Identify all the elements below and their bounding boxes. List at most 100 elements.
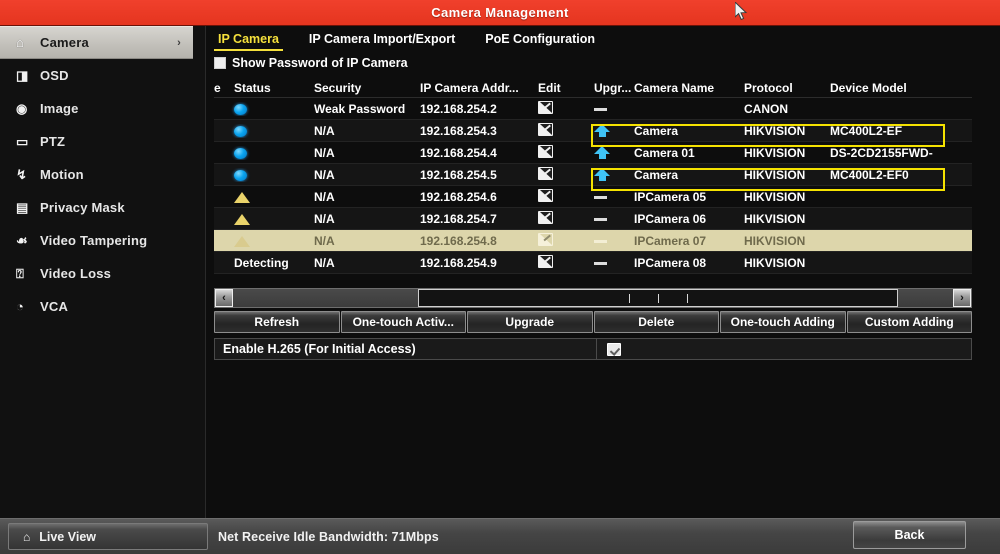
- row-protocol: HIKVISION: [744, 233, 806, 248]
- row-edit-cell[interactable]: [538, 122, 586, 139]
- table-row[interactable]: N/A 192.168.254.7 IPCamera 06 HIKVISION: [214, 208, 972, 230]
- upgrade-button[interactable]: Upgrade: [467, 311, 593, 333]
- status-warning-icon: [234, 191, 250, 203]
- edit-pencil-icon[interactable]: [538, 144, 553, 158]
- row-security: Weak Password: [314, 101, 406, 116]
- sidebar-item-motion[interactable]: ↯ Motion: [0, 158, 205, 191]
- table-row[interactable]: N/A 192.168.254.5 Camera HIKVISION MC400L2-E…: [214, 164, 972, 186]
- mouse-cursor-icon: [735, 2, 748, 21]
- row-edit-cell[interactable]: [538, 254, 586, 271]
- horizontal-scrollbar[interactable]: ‹ ›: [214, 288, 972, 308]
- edit-pencil-icon[interactable]: [538, 232, 553, 246]
- back-button[interactable]: Back: [853, 521, 966, 549]
- tab-ip-camera[interactable]: IP Camera: [214, 30, 283, 51]
- table-row[interactable]: N/A 192.168.254.3 Camera HIKVISION MC400L2-E…: [214, 120, 972, 142]
- row-edit-cell[interactable]: [538, 100, 586, 117]
- row-security: N/A: [314, 211, 335, 226]
- refresh-button[interactable]: Refresh: [214, 311, 340, 333]
- row-ip-address: 192.168.254.7: [420, 211, 497, 226]
- delete-button[interactable]: Delete: [593, 311, 719, 333]
- upgrade-available-icon[interactable]: [594, 145, 610, 160]
- table-row[interactable]: N/A 192.168.254.8 IPCamera 07 HIKVISION: [214, 230, 972, 252]
- sidebar: ⌂ Camera › ◨ OSD ◉ Image ▭ PTZ ↯ Motion ▤ Privacy Ma…: [0, 26, 206, 518]
- image-icon: ◉: [16, 101, 28, 116]
- main-content: IP Camera IP Camera Import/Export PoE Conf…: [206, 26, 1000, 518]
- sidebar-item-label: VCA: [40, 299, 69, 314]
- row-edit-cell[interactable]: [538, 232, 586, 249]
- sidebar-item-osd[interactable]: ◨ OSD: [0, 59, 205, 92]
- table-row[interactable]: N/A 192.168.254.6 IPCamera 05 HIKVISION: [214, 186, 972, 208]
- row-edit-cell[interactable]: [538, 166, 586, 183]
- scrollbar-track[interactable]: [233, 289, 953, 307]
- edit-pencil-icon[interactable]: [538, 254, 553, 268]
- edit-pencil-icon[interactable]: [538, 122, 553, 136]
- camera-icon: ⌂: [16, 35, 25, 50]
- row-protocol: HIKVISION: [744, 189, 806, 204]
- row-security: N/A: [314, 189, 335, 204]
- row-status-cell: [228, 168, 314, 182]
- sidebar-item-privacy-mask[interactable]: ▤ Privacy Mask: [0, 191, 205, 224]
- row-upgrade-cell: [586, 212, 634, 226]
- motion-icon: ↯: [16, 167, 28, 182]
- sidebar-item-vca[interactable]: ◔ VCA: [0, 290, 205, 323]
- upgrade-none-icon: [594, 217, 607, 221]
- header-status[interactable]: Status: [228, 81, 314, 95]
- scrollbar-thumb[interactable]: [418, 289, 898, 307]
- header-address[interactable]: IP Camera Addr...: [420, 81, 538, 95]
- row-protocol: HIKVISION: [744, 255, 806, 270]
- sidebar-item-label: Video Loss: [40, 266, 112, 281]
- scroll-left-arrow-icon[interactable]: ‹: [215, 289, 233, 307]
- scroll-right-arrow-icon[interactable]: ›: [953, 289, 971, 307]
- header-security[interactable]: Security: [314, 81, 420, 95]
- row-edit-cell[interactable]: [538, 144, 586, 161]
- show-password-row[interactable]: Show Password of IP Camera: [214, 56, 408, 70]
- sidebar-item-label: Camera: [40, 35, 89, 50]
- enable-h265-row[interactable]: Enable H.265 (For Initial Access): [214, 338, 972, 360]
- edit-pencil-icon[interactable]: [538, 166, 553, 180]
- row-camera-name: Camera: [634, 123, 679, 138]
- status-warning-icon: [234, 213, 250, 225]
- table-row[interactable]: N/A 192.168.254.4 Camera 01 HIKVISION DS-2CD…: [214, 142, 972, 164]
- upgrade-available-icon[interactable]: [594, 123, 610, 138]
- tab-poe-configuration[interactable]: PoE Configuration: [481, 30, 599, 49]
- upgrade-available-icon[interactable]: [594, 167, 610, 182]
- table-header-row: e Status Security IP Camera Addr... Edit…: [214, 78, 972, 98]
- tab-ip-camera-import-export[interactable]: IP Camera Import/Export: [305, 30, 459, 49]
- ptz-icon: ▭: [16, 134, 29, 149]
- sidebar-item-video-tampering[interactable]: ☙ Video Tampering: [0, 224, 205, 257]
- row-security: N/A: [314, 167, 335, 182]
- row-status-cell: [228, 212, 314, 226]
- row-camera-name: IPCamera 06: [634, 211, 707, 226]
- row-ip-address: 192.168.254.8: [420, 233, 497, 248]
- status-ok-icon: [234, 169, 247, 181]
- sidebar-item-image[interactable]: ◉ Image: [0, 92, 205, 125]
- enable-h265-checkbox[interactable]: [607, 342, 621, 356]
- row-edit-cell[interactable]: [538, 188, 586, 205]
- table-row[interactable]: Detecting N/A 192.168.254.9 IPCamera 08 HIKV…: [214, 252, 972, 274]
- edit-pencil-icon[interactable]: [538, 188, 553, 202]
- live-view-button[interactable]: ⌂ Live View: [8, 523, 208, 550]
- header-name[interactable]: Camera Name: [634, 81, 744, 95]
- sidebar-item-ptz[interactable]: ▭ PTZ: [0, 125, 205, 158]
- row-status-cell: [228, 102, 314, 116]
- one-touch-adding-button[interactable]: One-touch Adding: [720, 311, 846, 333]
- row-edit-cell[interactable]: [538, 210, 586, 227]
- sidebar-item-label: Motion: [40, 167, 84, 182]
- table-row[interactable]: Weak Password 192.168.254.2 CANON: [214, 98, 972, 120]
- chevron-right-icon: ›: [177, 36, 181, 49]
- header-upgrade[interactable]: Upgr...: [586, 81, 634, 95]
- sidebar-item-video-loss[interactable]: ⍰ Video Loss: [0, 257, 205, 290]
- row-security: N/A: [314, 145, 335, 160]
- row-ip-address: 192.168.254.4: [420, 145, 497, 160]
- one-touch-activ-button[interactable]: One-touch Activ...: [340, 311, 466, 333]
- header-model[interactable]: Device Model: [830, 81, 970, 95]
- edit-pencil-icon[interactable]: [538, 210, 553, 224]
- header-protocol[interactable]: Protocol: [744, 81, 830, 95]
- show-password-checkbox[interactable]: [214, 57, 226, 69]
- sidebar-item-camera[interactable]: ⌂ Camera ›: [0, 26, 193, 59]
- edit-pencil-icon[interactable]: [538, 100, 553, 114]
- header-edit[interactable]: Edit: [538, 81, 586, 95]
- page-title: Camera Management: [431, 5, 569, 20]
- show-password-label: Show Password of IP Camera: [232, 56, 408, 70]
- custom-adding-button[interactable]: Custom Adding: [846, 311, 972, 333]
